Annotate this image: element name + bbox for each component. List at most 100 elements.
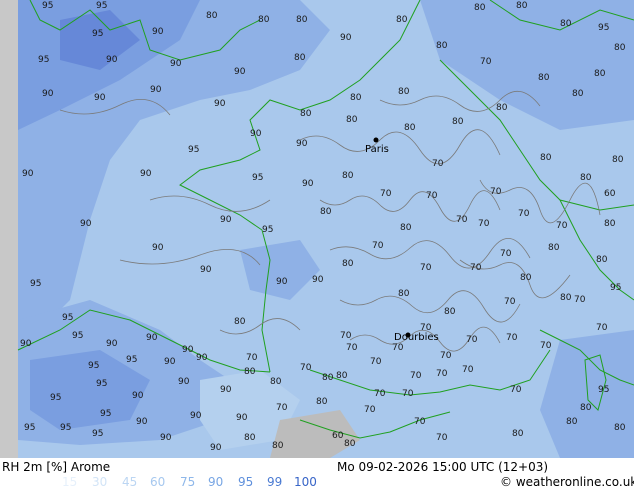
isoline-value-label: 70 — [478, 219, 490, 229]
isoline-value-label: 90 — [178, 377, 190, 387]
humidity-map: 95 95 95 90 80 80 80 90 80 80 80 80 95 95 90 90 90 80 80 80… — [0, 0, 634, 458]
isoline-value-label: 95 — [42, 1, 53, 11]
isoline-value-label: 80 — [350, 93, 362, 103]
isoline-value-label: 95 — [62, 313, 73, 323]
isoline-value-label: 90 — [160, 433, 172, 443]
isoline-value-label: 95 — [188, 145, 199, 155]
isoline-value-label: 80 — [344, 439, 356, 449]
isoline-value-label: 90 — [340, 33, 352, 43]
isoline-value-label: 80 — [320, 207, 332, 217]
isoline-value-label: 70 — [500, 249, 512, 259]
isoline-value-label: 95 — [92, 29, 103, 39]
legend-item-60: 60 — [150, 475, 166, 489]
isoline-value-label: 90 — [132, 391, 144, 401]
isoline-value-label: 70 — [436, 433, 448, 443]
isoline-value-label: 80 — [436, 41, 448, 51]
isoline-value-label: 80 — [560, 293, 572, 303]
isoline-value-label: 80 — [272, 441, 284, 451]
isoline-value-label: 70 — [490, 187, 502, 197]
isoline-value-label: 70 — [556, 221, 568, 231]
isoline-value-label: 95 — [598, 385, 609, 395]
isoline-value-label: 90 — [164, 357, 176, 367]
isoline-value-label: 95 — [126, 355, 137, 365]
isoline-value-label: 70 — [456, 215, 468, 225]
isoline-value-label: 80 — [520, 273, 532, 283]
map-panel: 95 95 95 90 80 80 80 90 80 80 80 80 95 95 90 90 90 80 80 80… — [0, 0, 634, 458]
map-datetime: Mo 09-02-2026 15:00 UTC (12+03) — [337, 460, 549, 474]
isoline-value-label: 70 — [414, 417, 426, 427]
isoline-value-label: 70 — [402, 389, 414, 399]
isoline-value-label: 90 — [312, 275, 324, 285]
isoline-value-label: 80 — [496, 103, 508, 113]
isoline-value-label: 90 — [276, 277, 288, 287]
isoline-value-label: 80 — [474, 3, 486, 13]
isoline-value-label: 70 — [432, 159, 444, 169]
isoline-value-label: 70 — [276, 403, 288, 413]
isoline-value-label: 80 — [604, 219, 616, 229]
isoline-value-label: 70 — [426, 191, 438, 201]
isoline-value-label: 80 — [452, 117, 464, 127]
isoline-value-label: 90 — [94, 93, 106, 103]
isoline-value-label: 90 — [236, 413, 248, 423]
isoline-value-label: 80 — [300, 109, 312, 119]
isoline-value-label: 90 — [136, 417, 148, 427]
isoline-value-label: 90 — [150, 85, 162, 95]
isoline-value-label: 70 — [410, 371, 422, 381]
isoline-value-label: 70 — [346, 343, 358, 353]
isoline-value-label: 95 — [38, 55, 49, 65]
isoline-value-label: 90 — [140, 169, 152, 179]
city-paris-label: Paris — [365, 144, 389, 155]
isoline-value-label: 70 — [374, 389, 386, 399]
map-footer: RH 2m [%] Arome Mo 09-02-2026 15:00 UTC … — [0, 458, 634, 490]
legend-item-30: 30 — [92, 475, 108, 489]
isoline-value-label: 70 — [370, 357, 382, 367]
isoline-value-label: 80 — [244, 433, 256, 443]
isoline-value-label: 95 — [252, 173, 263, 183]
isoline-value-label: 70 — [364, 405, 376, 415]
isoline-value-label: 80 — [244, 367, 256, 377]
isoline-value-label: 90 — [302, 179, 314, 189]
isoline-value-label: 90 — [152, 243, 164, 253]
legend-item-15: 15 — [62, 475, 78, 489]
isoline-value-label: 80 — [612, 155, 624, 165]
isoline-value-label: 90 — [152, 27, 164, 37]
isoline-value-label: 70 — [392, 343, 404, 353]
legend-item-100: 100 — [294, 475, 317, 489]
isoline-value-label: 80 — [538, 73, 550, 83]
isoline-value-label: 80 — [258, 15, 270, 25]
isoline-value-label: 80 — [614, 423, 626, 433]
isoline-value-label: 80 — [396, 15, 408, 25]
isoline-value-label: 95 — [598, 23, 609, 33]
isoline-value-label: 80 — [316, 397, 328, 407]
isoline-value-label: 90 — [220, 215, 232, 225]
left-no-data-strip — [0, 0, 18, 458]
isoline-value-label: 90 — [210, 443, 222, 453]
isoline-value-label: 80 — [560, 19, 572, 29]
isoline-value-label: 70 — [470, 263, 482, 273]
map-title: RH 2m [%] Arome — [2, 460, 111, 474]
isoline-value-label: 70 — [466, 335, 478, 345]
isoline-value-label: 90 — [214, 99, 226, 109]
isoline-value-label: 80 — [404, 123, 416, 133]
isoline-value-label: 70 — [372, 241, 384, 251]
isoline-value-label: 95 — [88, 361, 99, 371]
isoline-value-label: 80 — [594, 69, 606, 79]
city-marker-icon — [373, 137, 379, 143]
isoline-value-label: 70 — [436, 369, 448, 379]
isoline-value-label: 70 — [246, 353, 258, 363]
isoline-value-label: 70 — [440, 351, 452, 361]
isoline-value-label: 70 — [506, 333, 518, 343]
legend-item-95: 95 — [238, 475, 254, 489]
isoline-value-label: 90 — [106, 339, 118, 349]
isoline-value-label: 80 — [296, 15, 308, 25]
legend-item-90: 90 — [208, 475, 224, 489]
isoline-value-label: 90 — [146, 333, 158, 343]
isoline-value-label: 80 — [270, 377, 282, 387]
isoline-value-label: 95 — [96, 1, 107, 11]
isoline-value-label: 80 — [548, 243, 560, 253]
isoline-value-label: 80 — [596, 255, 608, 265]
isoline-value-label: 70 — [462, 365, 474, 375]
isoline-value-label: 80 — [322, 373, 334, 383]
isoline-value-label: 70 — [300, 363, 312, 373]
city-dourbies: Dourbies — [394, 332, 439, 343]
